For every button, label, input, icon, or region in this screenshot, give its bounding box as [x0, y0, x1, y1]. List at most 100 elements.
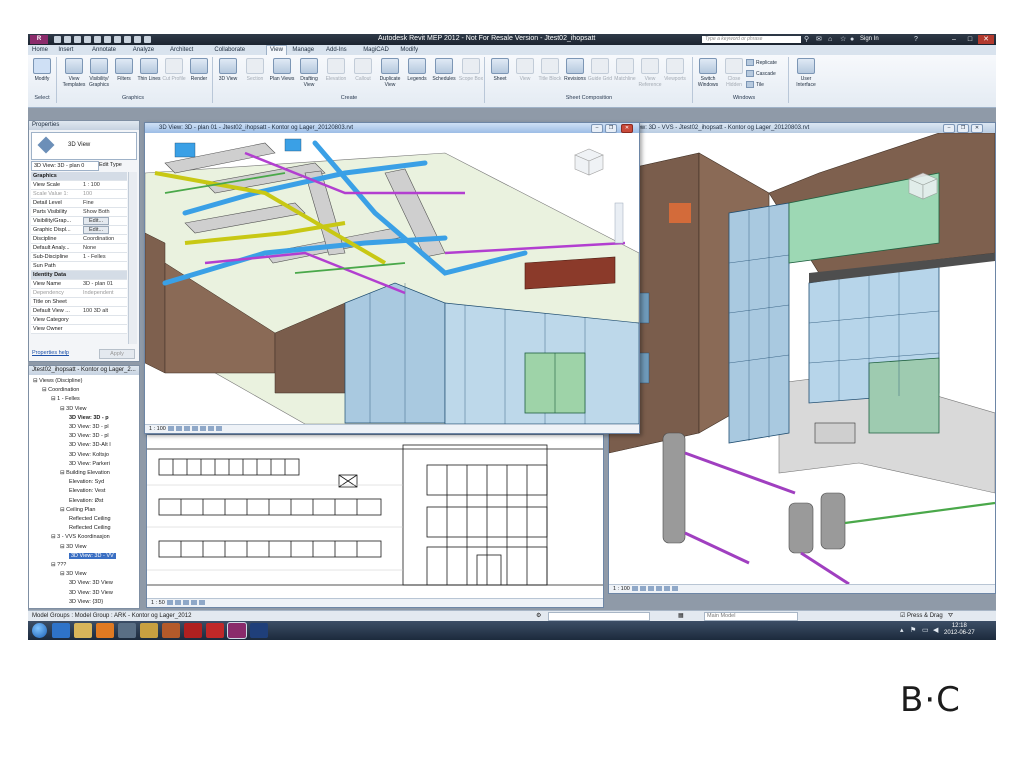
elevation-canvas[interactable]: [147, 435, 603, 598]
tab-collaborate[interactable]: Collaborate: [214, 46, 245, 54]
property-row[interactable]: Title on Sheet: [31, 298, 127, 307]
edit-type-button[interactable]: Edit Type: [99, 161, 137, 169]
3d-view-button[interactable]: 3D View: [214, 58, 242, 82]
plan-scale[interactable]: 1 : 100: [149, 426, 166, 432]
browser-tree-item[interactable]: ⊟ ???: [51, 562, 66, 568]
browser-tree-item[interactable]: Reflected Ceiling: [69, 516, 111, 522]
text-icon[interactable]: [114, 36, 121, 43]
visual-style-icon[interactable]: [175, 426, 182, 432]
property-group[interactable]: Graphics: [31, 172, 127, 181]
tile-button[interactable]: Tile: [746, 81, 764, 88]
property-row[interactable]: Default View ... 100 3D alt: [31, 307, 127, 316]
sign-in-link[interactable]: Sign In: [860, 36, 879, 42]
browser-tree-item[interactable]: ⊟ Views (Discipline): [33, 378, 82, 384]
temporary-hide-icon[interactable]: [671, 586, 678, 592]
revit-taskbar-icon[interactable]: [227, 622, 247, 639]
temporary-hide-icon[interactable]: [207, 426, 214, 432]
property-row[interactable]: Visibility/Grap... Edit...: [31, 217, 127, 226]
sheet-button[interactable]: Sheet: [486, 58, 514, 82]
visual-style-icon[interactable]: [174, 600, 181, 606]
visual-style-icon[interactable]: [639, 586, 646, 592]
app-icon-5[interactable]: [140, 623, 158, 638]
create-panel-label[interactable]: Create: [214, 95, 484, 101]
drafting-view-button[interactable]: Drafting View: [295, 58, 323, 88]
replicate-button[interactable]: Replicate: [746, 59, 777, 66]
flag-icon[interactable]: ⚑: [910, 626, 916, 634]
property-row[interactable]: Sun Path: [31, 262, 127, 271]
duplicate-view-button[interactable]: Duplicate View: [376, 58, 404, 88]
matchline-button[interactable]: Matchline: [611, 58, 639, 82]
tab-home[interactable]: Home: [32, 46, 48, 54]
vvs-close-button[interactable]: ✕: [971, 124, 983, 133]
app-icon-6[interactable]: [162, 623, 180, 638]
property-row[interactable]: Sub-Discipline 1 - Felles: [31, 253, 127, 262]
open-icon[interactable]: [54, 36, 61, 43]
measure-icon[interactable]: [104, 36, 111, 43]
worksets-icon[interactable]: ⚙: [536, 611, 541, 621]
browser-tree-item[interactable]: ⊟ Coordination: [42, 387, 79, 393]
close-hidden-button[interactable]: Close Hidden: [720, 58, 748, 88]
render-button[interactable]: Render: [185, 58, 213, 82]
plan-views-button[interactable]: Plan Views: [268, 58, 296, 82]
sun-path-icon[interactable]: [647, 586, 654, 592]
tray-arrow-icon[interactable]: ▴: [900, 626, 904, 634]
detail-level-icon[interactable]: [631, 586, 638, 592]
active-workset-dropdown[interactable]: [548, 612, 650, 621]
favorites-star-icon[interactable]: ☆: [840, 36, 846, 43]
elevation-scale[interactable]: 1 : 50: [151, 600, 165, 606]
browser-tree-item[interactable]: Reflected Ceiling: [69, 525, 111, 531]
binoculars-icon[interactable]: ⚲: [804, 36, 809, 43]
browser-tree-item[interactable]: 3D View: Koltsjo: [69, 452, 109, 458]
sun-path-icon[interactable]: [182, 600, 189, 606]
browser-tree-item[interactable]: 3D View: 3D View: [69, 580, 113, 586]
browser-tree-item[interactable]: ⊟ 3D View: [60, 571, 87, 577]
user-interface-button[interactable]: User Interface: [792, 58, 820, 88]
minimize-button[interactable]: –: [946, 35, 962, 44]
tab-manage[interactable]: Manage: [292, 46, 314, 54]
revisions-button[interactable]: Revisions: [561, 58, 589, 82]
callout-button[interactable]: Callout: [349, 58, 377, 82]
filters-button[interactable]: Filters: [110, 58, 138, 82]
taskbar-clock[interactable]: 12:18 2012-06-27: [944, 623, 975, 637]
browser-tree-item[interactable]: Elevation: Øst: [69, 498, 103, 504]
view-templates-button[interactable]: View Templates: [60, 58, 88, 88]
properties-scrollbar[interactable]: [128, 172, 137, 344]
start-button[interactable]: [32, 623, 47, 638]
plan-close-button[interactable]: ✕: [621, 124, 633, 133]
browser-tree-item[interactable]: 3D View: 3D - VV: [69, 552, 116, 559]
acrobat-icon[interactable]: [206, 623, 224, 638]
print-icon[interactable]: [94, 36, 101, 43]
user-icon[interactable]: ●: [850, 36, 854, 43]
network-app-icon[interactable]: [118, 623, 136, 638]
section-icon[interactable]: [134, 36, 141, 43]
sun-path-icon[interactable]: [183, 426, 190, 432]
detail-level-icon[interactable]: [167, 426, 174, 432]
firefox-icon[interactable]: [96, 623, 114, 638]
vvs-3d-view-window[interactable]: 3D View: 3D - VVS - Jtest02_ihopsatt - K…: [608, 122, 996, 594]
property-row[interactable]: Dependency Independent: [31, 289, 127, 298]
legends-button[interactable]: Legends: [403, 58, 431, 82]
autocad-icon[interactable]: [184, 623, 202, 638]
browser-tree-item[interactable]: 3D View: 3D - p: [69, 415, 109, 421]
cascade-button[interactable]: Cascade: [746, 70, 776, 77]
modify-button[interactable]: Modify: [28, 58, 56, 82]
browser-tree-item[interactable]: Elevation: Syd: [69, 479, 104, 485]
tab-analyze[interactable]: Analyze: [133, 46, 154, 54]
property-row[interactable]: Default Analy... None: [31, 244, 127, 253]
property-group[interactable]: Identity Data: [31, 271, 127, 280]
browser-tree-item[interactable]: 3D View: 3D View: [69, 590, 113, 596]
network-icon[interactable]: ▭: [922, 626, 929, 634]
sheet-composition-panel-label[interactable]: Sheet Composition: [486, 95, 692, 101]
property-row[interactable]: Detail Level Fine: [31, 199, 127, 208]
shadows-icon[interactable]: [191, 426, 198, 432]
detail-level-icon[interactable]: [166, 600, 173, 606]
undo-icon[interactable]: [74, 36, 81, 43]
ie-icon[interactable]: [52, 623, 70, 638]
title-block-button[interactable]: Title Block: [536, 58, 564, 82]
crop-icon[interactable]: [663, 586, 670, 592]
vvs-minimize-button[interactable]: –: [943, 124, 955, 133]
close-hidden-icon[interactable]: [144, 36, 151, 43]
property-row[interactable]: View Owner: [31, 325, 127, 334]
plan-canvas[interactable]: [145, 133, 639, 424]
browser-tree-item[interactable]: 3D View: 3D-Alt I: [69, 442, 111, 448]
